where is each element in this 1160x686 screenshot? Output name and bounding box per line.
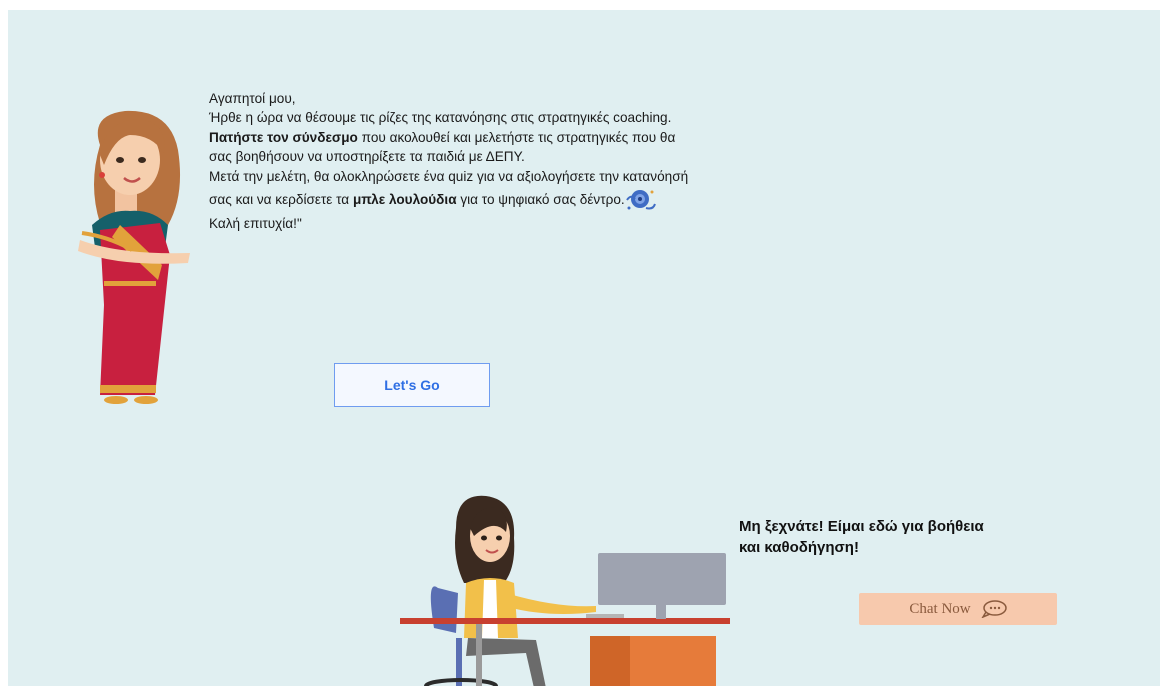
greeting-text: Αγαπητοί μου, [209,91,296,106]
closing-text: Καλή επιτυχία!" [209,216,302,232]
blue-flower-icon [625,190,656,210]
teacher-illustration [78,110,190,404]
assistant-at-desk-illustration [400,495,730,686]
quiz-text: Μετά την μελέτη, θα ολοκληρώσετε ένα qui… [209,167,699,214]
blue-flowers-emphasis: μπλε λουλούδια [352,192,457,208]
link-emphasis: Πατήστε τον σύνδεσμο [209,129,358,145]
reminder-line-2: και καθοδήγηση! [739,539,859,556]
reminder-line-1: Μη ξεχνάτε! Είμαι εδώ για βοήθεια [739,518,984,535]
intro-message: Αγαπητοί μου, Ήρθε η ώρα να θέσουμε τις … [209,89,699,233]
help-reminder: Μη ξεχνάτε! Είμαι εδώ για βοήθεια και κα… [739,516,1119,558]
chat-now-label: Chat Now [909,600,971,617]
lets-go-button[interactable]: Let's Go [334,363,490,407]
chat-now-button[interactable]: Chat Now [859,593,1057,625]
instructions-start: Ήρθε η ώρα να θέσουμε τις ρίζες της κατα… [209,110,672,126]
instructions-text: Ήρθε η ώρα να θέσουμε τις ρίζες της κατα… [209,108,699,166]
chat-bubble-icon [981,600,1007,618]
quiz-end: για το ψηφιακό σας δέντρο. [456,192,625,208]
page-canvas: Αγαπητοί μου, Ήρθε η ώρα να θέσουμε τις … [8,10,1160,686]
